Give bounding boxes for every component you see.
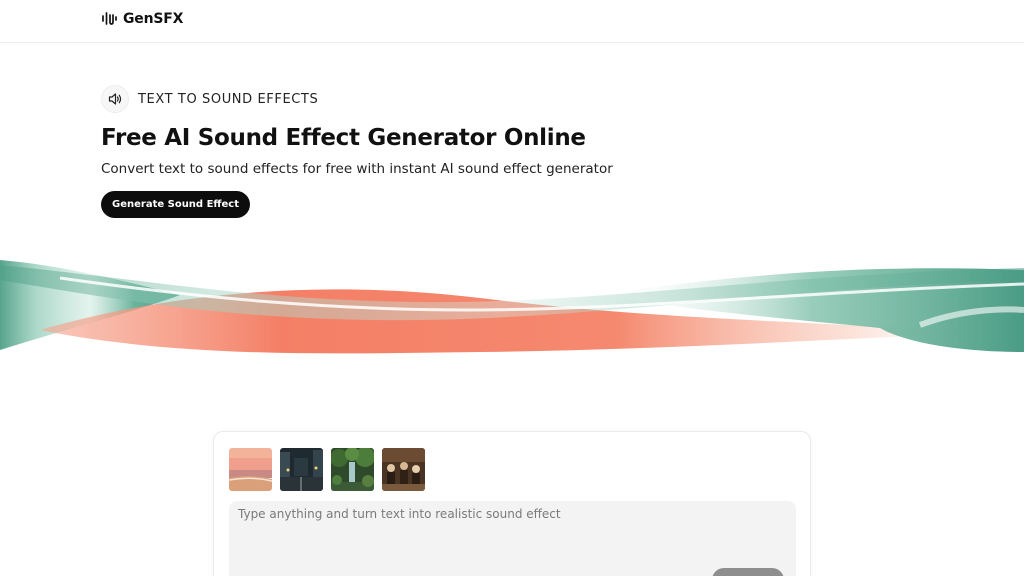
speaker-icon [101, 85, 129, 113]
preset-thumbnails [229, 448, 425, 491]
sound-generator-card [213, 431, 811, 576]
prompt-input[interactable] [229, 501, 796, 576]
thumbnail-beach-sunset[interactable] [229, 448, 272, 491]
thumbnail-orchestra-hall[interactable] [382, 448, 425, 491]
eyebrow-label: TEXT TO SOUND EFFECTS [138, 91, 319, 107]
hero-subtitle: Convert text to sound effects for free w… [101, 161, 613, 177]
page-title: Free AI Sound Effect Generator Online [101, 125, 586, 151]
thumbnail-forest-waterfall[interactable] [331, 448, 374, 491]
top-navbar: GenSFX [0, 0, 1024, 43]
generate-sound-effect-button[interactable]: Generate Sound Effect [101, 191, 250, 218]
decorative-wave-graphic [0, 260, 1024, 354]
thumbnail-rainy-city-street[interactable] [280, 448, 323, 491]
brand-logo-link[interactable]: GenSFX [101, 10, 183, 27]
hero-section: TEXT TO SOUND EFFECTS Free AI Sound Effe… [101, 85, 801, 218]
waveform-icon [102, 12, 117, 25]
brand-name: GenSFX [123, 10, 184, 27]
submit-prompt-button[interactable] [712, 568, 784, 576]
hero-eyebrow: TEXT TO SOUND EFFECTS [101, 85, 801, 113]
